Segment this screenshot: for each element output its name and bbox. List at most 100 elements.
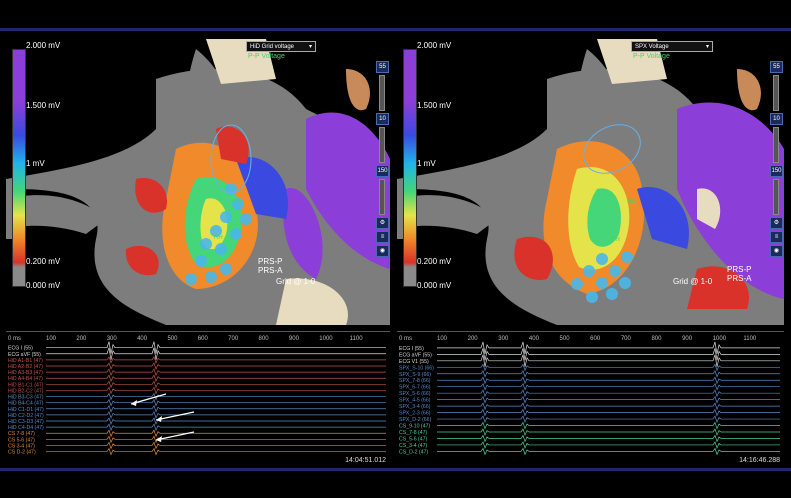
dropdown-value: SPX Voltage <box>635 43 669 50</box>
zoom-slider[interactable] <box>773 75 779 111</box>
left-timestamp: 14:04:51.012 <box>345 457 386 464</box>
depth-tool-button[interactable]: 150 <box>376 165 389 177</box>
axis-tick-label: 300 <box>107 336 118 342</box>
eye-icon[interactable]: ◉ <box>376 245 389 257</box>
ep-trace[interactable] <box>46 341 386 354</box>
layers-icon[interactable]: ≡ <box>770 231 783 243</box>
prs-labels: PRS-P PRS-A <box>258 257 282 275</box>
ep-trace[interactable] <box>46 447 386 456</box>
channel-label: ECG I (55) <box>8 346 33 352</box>
left-map-pane[interactable]: 2.000 mV 1.500 mV 1 mV 0.200 mV 0.000 mV… <box>6 39 390 325</box>
right-voltage-map[interactable] <box>397 39 784 325</box>
ep-trace[interactable] <box>46 356 386 364</box>
ep-trace[interactable] <box>437 428 780 436</box>
ep-trace[interactable] <box>437 395 780 404</box>
ep-trace[interactable] <box>46 380 386 389</box>
ep-trace[interactable] <box>437 348 780 361</box>
view-tool-button[interactable]: 55 <box>770 61 783 73</box>
ep-trace[interactable] <box>437 421 780 430</box>
ep-trace[interactable] <box>437 341 780 354</box>
opacity-tool-button[interactable]: 10 <box>376 113 389 125</box>
ep-trace[interactable] <box>46 441 386 450</box>
ep-trace[interactable] <box>437 402 780 411</box>
view-tool-button[interactable]: 55 <box>376 61 389 73</box>
voltage-color-scale[interactable] <box>12 49 26 287</box>
ep-trace[interactable] <box>437 434 780 443</box>
ep-trace[interactable] <box>437 376 780 385</box>
ep-trace[interactable] <box>437 408 780 417</box>
ep-trace[interactable] <box>46 429 386 438</box>
left-ep-recording[interactable]: 0 ms 100 200 300 400 500 600 700 800 900 1000 1100 E… <box>6 331 390 468</box>
channel-label: SPX_D-2 (66) <box>399 417 432 423</box>
channel-label: HiD A2-B2 (47) <box>8 364 43 370</box>
channel-label: HiD C3-D3 (47) <box>8 419 44 425</box>
dropdown-value: HiD Grid voltage <box>250 43 295 50</box>
axis-tick-label: 200 <box>76 336 87 342</box>
depth-tool-button[interactable]: 150 <box>770 165 783 177</box>
axis-tick-label: 400 <box>137 336 148 342</box>
left-ep-traces[interactable]: 0 ms 100 200 300 400 500 600 700 800 900 1000 1100 E… <box>6 332 390 468</box>
channel-label: ECG V1 (55) <box>399 359 429 365</box>
zoom-slider[interactable] <box>379 75 385 111</box>
ep-trace[interactable] <box>437 447 780 456</box>
depth-slider[interactable] <box>773 179 779 215</box>
channel-label: HiD B2-C2 (47) <box>8 388 44 394</box>
ep-trace[interactable] <box>46 368 386 377</box>
scale-label-1: 1 mV <box>417 159 436 168</box>
ep-trace[interactable] <box>46 398 386 407</box>
ep-trace[interactable] <box>46 386 386 395</box>
screen-frame: 2.000 mV 1.500 mV 1 mV 0.200 mV 0.000 mV… <box>0 28 791 471</box>
map-type-dropdown[interactable]: HiD Grid voltage ▾ <box>246 41 316 52</box>
ep-trace[interactable] <box>46 347 386 360</box>
channel-label: CS 5-6 (47) <box>8 437 35 443</box>
ep-trace[interactable] <box>437 415 780 424</box>
gear-icon[interactable]: ⚙ <box>770 217 783 229</box>
axis-tick-label: 400 <box>529 336 540 342</box>
ep-trace[interactable] <box>437 354 780 367</box>
ep-trace[interactable] <box>46 411 386 419</box>
opacity-tool-button[interactable]: 10 <box>770 113 783 125</box>
ep-trace[interactable] <box>437 363 780 372</box>
voltage-color-scale[interactable] <box>403 49 417 287</box>
ep-trace[interactable] <box>46 392 386 401</box>
ep-trace[interactable] <box>46 417 386 425</box>
channel-label: SPX_5-6 (66) <box>399 391 431 397</box>
ep-trace[interactable] <box>437 369 780 378</box>
left-voltage-map[interactable] <box>6 39 390 325</box>
channel-label: SPX_S-9 (66) <box>399 372 431 378</box>
channel-label: HiD C2-D2 (47) <box>8 413 44 419</box>
ep-trace[interactable] <box>46 362 386 370</box>
axis-tick-label: 500 <box>167 336 178 342</box>
ep-trace[interactable] <box>46 404 386 413</box>
ep-trace[interactable] <box>46 423 386 432</box>
channel-label: SPX_4-5 (66) <box>399 398 431 404</box>
channel-label: HiD C4-D4 (47) <box>8 425 44 431</box>
right-map-pane[interactable]: 2.000 mV 1.500 mV 1 mV 0.200 mV 0.000 mV… <box>397 39 784 325</box>
prs-p-label: PRS-P <box>258 257 283 266</box>
ep-trace[interactable] <box>437 389 780 398</box>
arrow-annotation <box>155 411 195 421</box>
right-ep-recording[interactable]: 0 ms 100 200 300 400 500 600 700 800 900 1000 1100 E… <box>397 331 784 468</box>
opacity-slider[interactable] <box>773 127 779 163</box>
channel-label: CS_3-4 (47) <box>399 443 428 449</box>
map-type-dropdown[interactable]: SPX Voltage ▾ <box>631 41 713 52</box>
right-ep-traces[interactable]: 0 ms 100 200 300 400 500 600 700 800 900 1000 1100 E… <box>397 332 784 468</box>
ep-trace[interactable] <box>46 435 386 444</box>
channel-label: HiD B4-C4 (47) <box>8 401 44 407</box>
ep-trace[interactable] <box>437 441 780 449</box>
eye-icon[interactable]: ◉ <box>770 245 783 257</box>
gear-icon[interactable]: ⚙ <box>376 217 389 229</box>
his-label: His <box>234 199 243 205</box>
opacity-slider[interactable] <box>379 127 385 163</box>
channel-label: CS 7-8 (47) <box>8 431 35 437</box>
axis-tick-label: 700 <box>621 336 632 342</box>
axis-tick-label: 900 <box>289 336 300 342</box>
ep-trace[interactable] <box>46 374 386 383</box>
bottom-frame-bar <box>0 468 791 471</box>
rh-label: RH <box>611 237 620 243</box>
channel-label: CS_5-6 (47) <box>399 436 428 442</box>
layers-icon[interactable]: ≡ <box>376 231 389 243</box>
axis-tick-label: 800 <box>259 336 270 342</box>
depth-slider[interactable] <box>379 179 385 215</box>
ep-trace[interactable] <box>437 382 780 391</box>
